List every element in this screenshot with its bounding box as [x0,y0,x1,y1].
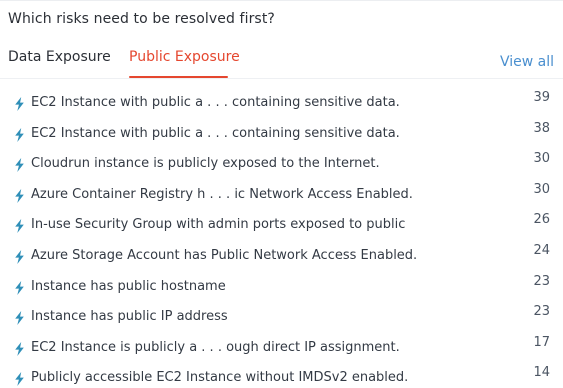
risk-count: 26 [533,212,550,228]
risk-count: 17 [533,334,550,350]
risk-row[interactable]: Azure Container Registry h . . . ic Netw… [0,180,563,211]
risk-row[interactable]: EC2 Instance with public a . . . contain… [0,88,563,119]
lightning-bolt-icon [15,372,24,387]
risk-label[interactable]: Cloudrun instance is publicly exposed to… [31,156,380,171]
risk-row[interactable]: In-use Security Group with admin ports e… [0,210,563,241]
risk-label[interactable]: Azure Container Registry h . . . ic Netw… [31,187,413,202]
risk-label[interactable]: EC2 Instance is publicly a . . . ough di… [31,340,400,355]
lightning-bolt-icon [15,341,24,356]
lightning-bolt-icon [15,127,24,142]
risk-label[interactable]: EC2 Instance with public a . . . contain… [31,95,400,110]
risk-label[interactable]: Publicly accessible EC2 Instance without… [31,370,408,385]
top-divider [0,0,563,1]
risk-row[interactable]: Instance has public hostname 23 [0,272,563,303]
risk-count: 39 [533,90,550,105]
lightning-bolt-icon [15,188,24,203]
risk-count: 14 [533,365,550,381]
risk-label[interactable]: Azure Storage Account has Public Network… [31,248,417,263]
risk-row[interactable]: Publicly accessible EC2 Instance without… [0,363,563,388]
risk-row[interactable]: Azure Storage Account has Public Network… [0,241,563,272]
lightning-bolt-icon [15,311,24,326]
risk-list: EC2 Instance with public a . . . contain… [0,88,563,388]
risk-row[interactable]: EC2 Instance is publicly a . . . ough di… [0,333,563,364]
risk-label[interactable]: EC2 Instance with public a . . . contain… [31,126,400,141]
risk-count: 30 [533,151,550,167]
risk-row[interactable]: Cloudrun instance is publicly exposed to… [0,149,563,180]
tab-data-exposure[interactable]: Data Exposure [8,49,111,65]
risk-label[interactable]: In-use Security Group with admin ports e… [31,217,405,232]
risk-row[interactable]: EC2 Instance with public a . . . contain… [0,119,563,150]
view-all-link[interactable]: View all [500,54,554,70]
lightning-bolt-icon [15,158,24,173]
risk-label[interactable]: Instance has public hostname [31,279,226,294]
risk-count: 23 [533,304,550,320]
tabs-divider [0,78,563,79]
risk-row[interactable]: Instance has public IP address 23 [0,302,563,333]
lightning-bolt-icon [15,219,24,234]
lightning-bolt-icon [15,249,24,264]
lightning-bolt-icon [15,280,24,295]
lightning-bolt-icon [15,97,24,111]
risk-count: 23 [533,273,550,289]
card-title: Which risks need to be resolved first? [8,11,275,27]
risk-count: 24 [533,242,550,258]
risks-card: Which risks need to be resolved first? D… [0,0,563,388]
risk-count: 38 [533,120,550,136]
risk-label[interactable]: Instance has public IP address [31,309,228,324]
tab-public-exposure[interactable]: Public Exposure [129,49,240,65]
risk-count: 30 [533,181,550,197]
